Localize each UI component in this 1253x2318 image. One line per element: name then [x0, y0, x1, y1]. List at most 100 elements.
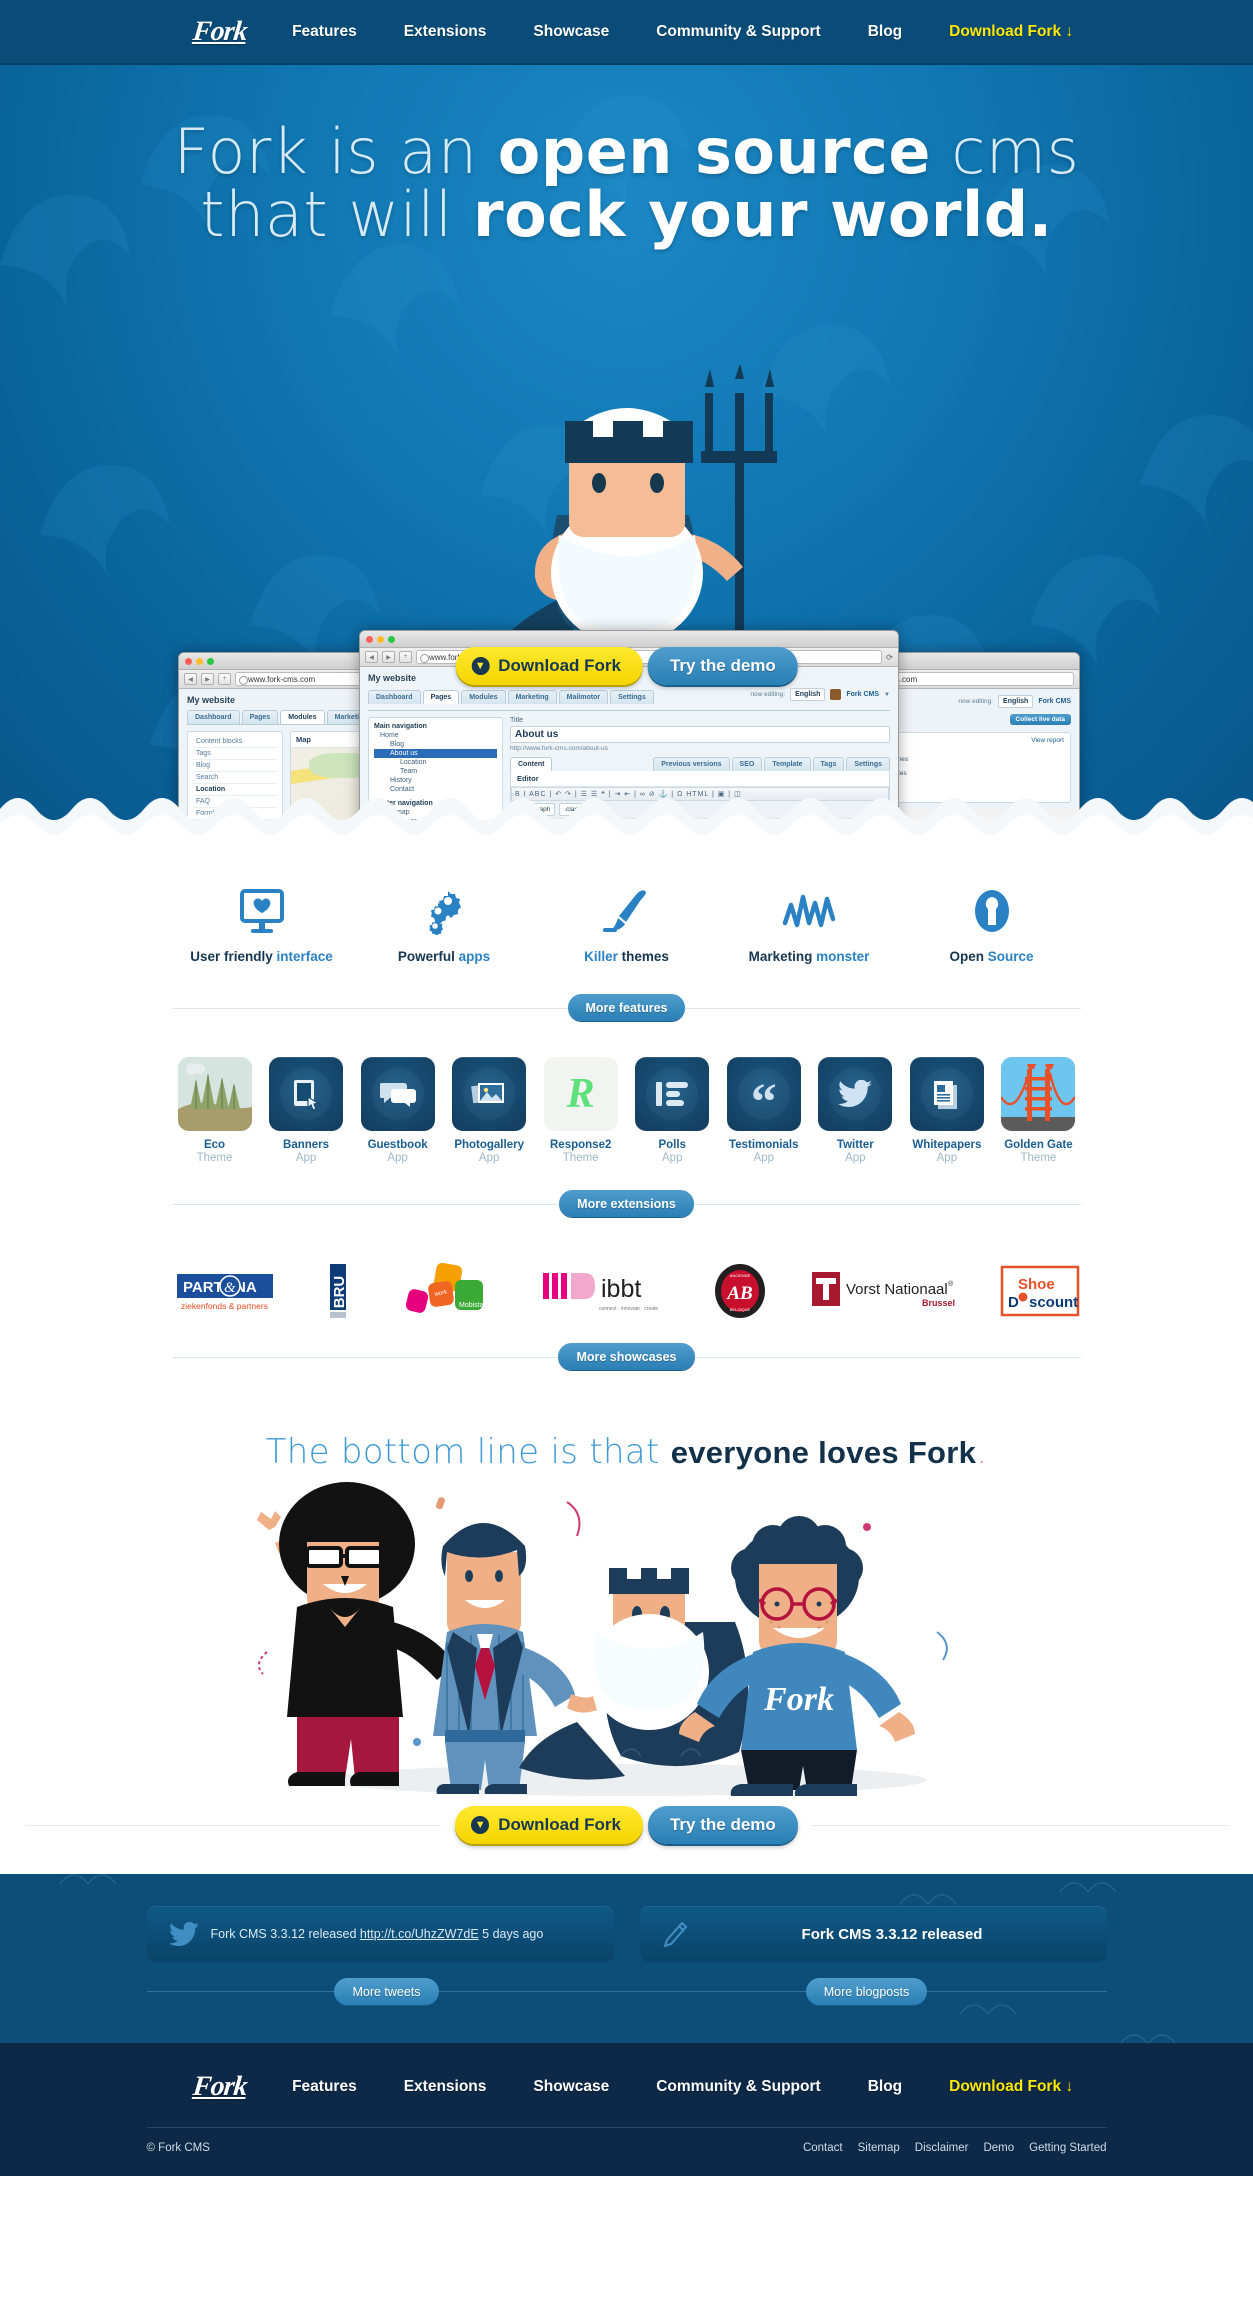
latest-tweet-box[interactable]: Fork CMS 3.3.12 released http://t.co/Uhz… — [146, 1906, 614, 1962]
minimize-dot-icon[interactable] — [377, 635, 384, 643]
menu-item-blog[interactable]: Blog — [193, 760, 277, 772]
back-button[interactable]: ◀ — [184, 673, 197, 685]
extension-guestbook[interactable]: Guestbook App — [356, 1057, 440, 1164]
content-tab-content[interactable]: Content — [510, 757, 553, 771]
footer-link-contact[interactable]: Contact — [803, 2142, 843, 2154]
cms-tab-pages[interactable]: Pages — [241, 710, 279, 724]
title-input[interactable]: About us — [510, 726, 890, 743]
footer-nav-showcase[interactable]: Showcase — [533, 2078, 609, 2096]
user-menu-right[interactable]: Fork CMS — [1038, 698, 1071, 705]
extension-testimonials[interactable]: “ Testimonials App — [722, 1057, 806, 1164]
footer-nav-download-fork[interactable]: Download Fork ↓ — [949, 2078, 1073, 2096]
nav-item-extensions[interactable]: Extensions — [404, 23, 487, 41]
tree-item-location[interactable]: Location — [374, 758, 497, 767]
menu-item-tags[interactable]: Tags — [193, 748, 277, 760]
menu-item-content-blocks[interactable]: Content blocks — [193, 736, 277, 748]
hero-download-fork-button[interactable]: ▼ Download Fork — [455, 647, 643, 685]
cms-tab-modules[interactable]: Modules — [461, 690, 506, 704]
content-tab-settings[interactable]: Settings — [846, 757, 890, 771]
showcase-logo-partena[interactable]: PART NA & ziekenfonds & partners — [173, 1262, 281, 1320]
view-report-link[interactable]: View report — [1031, 737, 1064, 744]
add-tab-button[interactable]: + — [218, 673, 231, 685]
tree-item-home[interactable]: Home — [374, 731, 497, 740]
close-dot-icon[interactable] — [185, 657, 192, 665]
more-showcases-button[interactable]: More showcases — [558, 1343, 695, 1370]
feature-marketing-monster[interactable]: Marketing monster — [720, 883, 898, 964]
showcase-logo-mobistar[interactable]: work Mobistar — [399, 1262, 497, 1320]
bottom-download-fork-button[interactable]: ▼ Download Fork — [455, 1806, 643, 1844]
footer-nav-features[interactable]: Features — [292, 2078, 357, 2096]
close-dot-icon[interactable] — [366, 635, 373, 643]
extension-golden-gate[interactable]: Golden Gate Theme — [996, 1057, 1080, 1164]
minimize-dot-icon[interactable] — [196, 657, 203, 665]
fork-logo[interactable]: Fork — [191, 16, 248, 48]
tree-item-blog[interactable]: Blog — [374, 740, 497, 749]
extension-polls[interactable]: Polls App — [630, 1057, 714, 1164]
footer-nav-blog[interactable]: Blog — [868, 2078, 902, 2096]
menu-item-search[interactable]: Search — [193, 772, 277, 784]
feature-user-friendly-interface[interactable]: User friendly interface — [173, 883, 351, 964]
content-tab-tags[interactable]: Tags — [812, 757, 845, 771]
content-tab-seo[interactable]: SEO — [731, 757, 763, 771]
showcase-logo-ab[interactable]: AB ANCIENNE BELGIQUE — [712, 1262, 768, 1320]
mascot-person-afro — [256, 1482, 455, 1786]
feature-powerful-apps[interactable]: Powerful apps — [355, 883, 533, 964]
maximize-dot-icon[interactable] — [388, 635, 395, 643]
extension-whitepapers[interactable]: Whitepapers App — [905, 1057, 989, 1164]
footer-nav-extensions[interactable]: Extensions — [404, 2078, 487, 2096]
forward-button[interactable]: ▶ — [201, 673, 214, 685]
cms-tab-dashboard[interactable]: Dashboard — [368, 690, 421, 704]
chevron-down-icon[interactable]: ▼ — [884, 692, 890, 698]
cms-tab-dashboard[interactable]: Dashboard — [187, 710, 240, 724]
back-button[interactable]: ◀ — [365, 651, 378, 663]
cms-tab-pages[interactable]: Pages — [422, 690, 460, 704]
extension-banners[interactable]: Banners App — [264, 1057, 348, 1164]
feature-killer-themes[interactable]: Killer themes — [538, 883, 716, 964]
more-features-button[interactable]: More features — [567, 994, 686, 1021]
cms-tab-marketing[interactable]: Marketing — [507, 690, 557, 704]
footer-nav-community-support[interactable]: Community & Support — [656, 2078, 820, 2096]
language-select-right[interactable]: English — [998, 695, 1034, 708]
feature-open-source[interactable]: Open Source — [903, 883, 1081, 964]
cms-tab-modules[interactable]: Modules — [280, 710, 325, 724]
footer-link-disclaimer[interactable]: Disclaimer — [915, 2142, 969, 2154]
add-tab-button[interactable]: + — [399, 651, 412, 663]
more-tweets-button[interactable]: More tweets — [334, 1978, 439, 2005]
nav-item-showcase[interactable]: Showcase — [533, 23, 609, 41]
footer-fork-logo[interactable]: Fork — [191, 2071, 248, 2103]
user-menu-center[interactable]: Fork CMS — [846, 691, 879, 698]
latest-blogpost-box[interactable]: Fork CMS 3.3.12 released — [639, 1906, 1107, 1962]
more-blogposts-button[interactable]: More blogposts — [805, 1978, 928, 2005]
showcase-logo-bru[interactable]: BRU — [323, 1262, 357, 1320]
extension-response2[interactable]: R Response2 Theme — [539, 1057, 623, 1164]
nav-item-blog[interactable]: Blog — [868, 23, 902, 41]
more-extensions-button[interactable]: More extensions — [559, 1190, 694, 1217]
reload-icon[interactable]: ⟳ — [886, 653, 893, 662]
nav-item-community-support[interactable]: Community & Support — [656, 23, 820, 41]
content-tab-template[interactable]: Template — [764, 757, 811, 771]
collect-live-data-button[interactable]: Collect live data — [1009, 714, 1071, 725]
bottom-try-demo-button[interactable]: Try the demo — [647, 1806, 798, 1844]
extension-eco[interactable]: Eco Theme — [173, 1057, 257, 1164]
hero-try-demo-button[interactable]: Try the demo — [647, 647, 798, 685]
showcase-logo-shoe-discount[interactable]: Shoe D scount — [1000, 1262, 1080, 1320]
extension-photogallery[interactable]: Photogallery App — [447, 1057, 531, 1164]
cms-tab-mailmotor[interactable]: Mailmotor — [558, 690, 609, 704]
forward-button[interactable]: ▶ — [382, 651, 395, 663]
language-select-center[interactable]: English — [790, 688, 826, 701]
cms-tab-settings[interactable]: Settings — [610, 690, 654, 704]
tree-item-team[interactable]: Team — [374, 767, 497, 776]
content-tab-previous-versions[interactable]: Previous versions — [653, 757, 730, 771]
footer-link-getting-started[interactable]: Getting Started — [1029, 2142, 1106, 2154]
nav-item-features[interactable]: Features — [292, 23, 357, 41]
extension-twitter[interactable]: Twitter App — [813, 1057, 897, 1164]
tree-item-about-us[interactable]: About us — [374, 749, 497, 758]
showcase-logo-ibbt[interactable]: ibbt connect · innovate · create — [539, 1262, 669, 1320]
tweet-link[interactable]: http://t.co/UhzZW7dE — [360, 1927, 479, 1941]
footer-link-sitemap[interactable]: Sitemap — [858, 2142, 900, 2154]
showcase-logo-vorst-nationaal[interactable]: Vorst Nationaal ® Brussel — [810, 1262, 958, 1320]
maximize-dot-icon[interactable] — [207, 657, 214, 665]
footer-link-demo[interactable]: Demo — [983, 2142, 1014, 2154]
tree-item-history[interactable]: History — [374, 776, 497, 785]
nav-item-download-fork[interactable]: Download Fork ↓ — [949, 23, 1073, 41]
